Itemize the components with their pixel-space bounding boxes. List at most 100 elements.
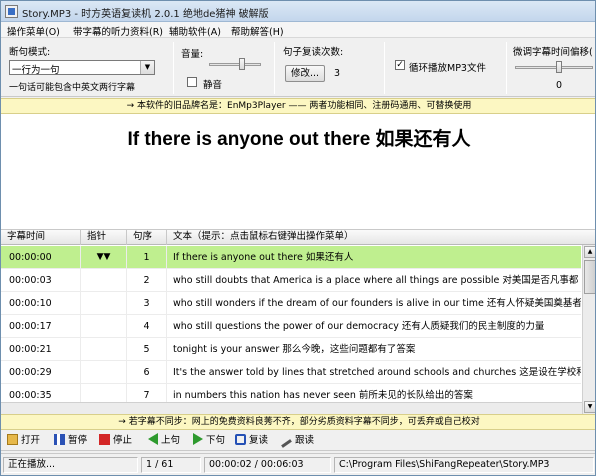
- table-row[interactable]: 00:00:21 5 tonight is your answer 那么今晚，这…: [1, 338, 581, 361]
- subtitle-table: 字幕时间 指针 句序 文本（提示：点击鼠标右键弹出操作菜单） 00:00:00 …: [1, 230, 595, 414]
- file-path: C:\Program Files\ShiFangRepeater\Story.M…: [334, 457, 594, 473]
- row-index: 1: [127, 246, 167, 269]
- menu-help[interactable]: 帮助解答(H): [231, 24, 284, 38]
- repeat-button[interactable]: 复读: [235, 433, 268, 449]
- next-sentence-label: 下句: [206, 435, 226, 446]
- break-mode-label: 断句模式:: [9, 47, 51, 58]
- playback-state: 正在播放...: [3, 457, 138, 473]
- playback-toolbar: 打开 暂停 停止 上句 下句 复读 跟读: [1, 431, 595, 451]
- open-button[interactable]: 打开: [7, 433, 40, 449]
- scroll-up-icon[interactable]: ▲: [584, 246, 595, 258]
- row-pointer: [81, 269, 127, 292]
- column-header-pointer[interactable]: 指针: [81, 230, 127, 245]
- table-row[interactable]: 00:00:10 3 who still wonders if the drea…: [1, 292, 581, 315]
- stop-icon: [99, 434, 110, 445]
- row-pointer: [81, 315, 127, 338]
- row-index: 3: [127, 292, 167, 315]
- volume-slider[interactable]: [209, 63, 261, 66]
- menu-helper-software[interactable]: 辅助软件(A): [169, 24, 221, 38]
- brand-notice-banner: → 本软件的旧品牌名是：EnMp3Player —— 两者功能相同、注册码通用、…: [1, 98, 595, 114]
- row-text: who still wonders if the dream of our fo…: [173, 298, 581, 309]
- fine-tune-slider[interactable]: [515, 66, 593, 69]
- row-text: If there is anyone out there 如果还有人: [173, 252, 354, 263]
- table-row[interactable]: 00:00:00 ▼▼ 1 If there is anyone out the…: [1, 246, 581, 269]
- row-index: 2: [127, 269, 167, 292]
- sentence-position: 1 / 61: [141, 457, 201, 473]
- open-button-label: 打开: [21, 435, 41, 446]
- stop-button[interactable]: 停止: [99, 433, 132, 449]
- scrollbar-thumb[interactable]: [584, 260, 595, 294]
- status-bar: 正在播放... 1 / 61 00:00:02 / 00:06:03 C:\Pr…: [1, 453, 595, 475]
- row-time: 00:00:21: [1, 338, 81, 361]
- pause-button-label: 暂停: [68, 435, 88, 446]
- title-bar[interactable]: Story.MP3 - 时方英语复读机 2.0.1 绝地de猪神 破解版: [1, 1, 595, 22]
- repeat-count-label: 句子复读次数:: [283, 47, 344, 58]
- sync-notice-banner: → 若字幕不同步：网上的免费资料良莠不齐，部分劣质资料字幕不同步，可丢弃或自己校…: [1, 414, 595, 430]
- row-index: 5: [127, 338, 167, 361]
- fine-tune-slider-handle[interactable]: [556, 61, 562, 73]
- mute-checkbox[interactable]: [187, 77, 197, 87]
- table-row[interactable]: 00:00:29 6 It's the answer told by lines…: [1, 361, 581, 384]
- fine-tune-label: 微调字幕时间偏移(: [513, 47, 593, 58]
- table-row[interactable]: 00:00:17 4 who still questions the power…: [1, 315, 581, 338]
- chevron-down-icon[interactable]: ▼: [140, 61, 154, 74]
- loop-label: 循环播放MP3文件: [409, 63, 486, 74]
- previous-sentence-label: 上句: [161, 435, 181, 446]
- app-icon: [5, 5, 18, 18]
- table-row[interactable]: 00:00:03 2 who still doubts that America…: [1, 269, 581, 292]
- subtitle-display: If there is anyone out there 如果还有人: [1, 114, 595, 230]
- menu-operations[interactable]: 操作菜单(O): [7, 24, 60, 38]
- row-pointer: [81, 292, 127, 315]
- row-text: It's the answer told by lines that stret…: [173, 367, 581, 378]
- folder-icon: [7, 434, 18, 445]
- stop-button-label: 停止: [113, 435, 133, 446]
- break-mode-value: 一行为一句: [12, 65, 60, 76]
- follow-read-button[interactable]: 跟读: [281, 433, 314, 449]
- divider: [274, 42, 275, 94]
- menu-bar: 操作菜单(O) 带字幕的听力资料(R) 辅助软件(A) 帮助解答(H): [1, 22, 595, 38]
- previous-sentence-button[interactable]: 上句: [148, 433, 180, 449]
- row-time: 00:00:00: [1, 246, 81, 269]
- fine-tune-value: 0: [556, 80, 563, 91]
- previous-arrow-icon: [148, 433, 158, 445]
- next-sentence-button[interactable]: 下句: [193, 433, 225, 449]
- repeat-icon: [235, 434, 246, 445]
- scroll-down-icon[interactable]: ▼: [584, 401, 595, 413]
- row-index: 6: [127, 361, 167, 384]
- edit-repeat-count-button[interactable]: 修改...: [285, 65, 325, 82]
- volume-label: 音量:: [181, 49, 204, 60]
- row-index: 4: [127, 315, 167, 338]
- microphone-icon: [281, 439, 292, 448]
- menu-listening-material[interactable]: 带字幕的听力资料(R): [73, 24, 163, 38]
- column-header-text[interactable]: 文本（提示：点击鼠标右键弹出操作菜单）: [167, 230, 595, 245]
- loop-checkbox[interactable]: ✓: [395, 60, 405, 70]
- follow-read-label: 跟读: [295, 435, 315, 446]
- row-text: tonight is your answer 那么今晚，这些问题都有了答案: [173, 344, 416, 355]
- column-header-index[interactable]: 句序: [127, 230, 167, 245]
- divider: [506, 42, 507, 94]
- repeat-button-label: 复读: [249, 435, 269, 446]
- horizontal-scrollbar[interactable]: [1, 402, 582, 414]
- row-text: who still doubts that America is a place…: [173, 275, 579, 286]
- table-header: 字幕时间 指针 句序 文本（提示：点击鼠标右键弹出操作菜单）: [1, 230, 595, 245]
- pause-button[interactable]: 暂停: [54, 433, 87, 449]
- column-header-time[interactable]: 字幕时间: [1, 230, 81, 245]
- break-mode-select[interactable]: 一行为一句 ▼: [9, 60, 155, 76]
- row-time: 00:00:17: [1, 315, 81, 338]
- row-pointer: [81, 361, 127, 384]
- break-mode-hint: 一句话可能包含中英文两行字幕: [9, 83, 136, 93]
- repeat-count-value: 3: [334, 68, 341, 79]
- row-time: 00:00:10: [1, 292, 81, 315]
- pause-icon: [54, 434, 65, 445]
- control-panel: 断句模式: 一行为一句 ▼ 一句话可能包含中英文两行字幕 音量: 静音 句子复读…: [1, 38, 595, 97]
- row-pointer: ▼▼: [81, 246, 127, 269]
- volume-slider-handle[interactable]: [239, 58, 245, 70]
- row-text: who still questions the power of our dem…: [173, 321, 545, 332]
- row-time: 00:00:29: [1, 361, 81, 384]
- app-window: Story.MP3 - 时方英语复读机 2.0.1 绝地de猪神 破解版 操作菜…: [0, 0, 596, 476]
- vertical-scrollbar[interactable]: ▲ ▼: [582, 245, 595, 414]
- next-arrow-icon: [193, 433, 203, 445]
- divider: [173, 42, 174, 94]
- current-subtitle: If there is anyone out there 如果还有人: [127, 129, 471, 150]
- row-time: 00:00:03: [1, 269, 81, 292]
